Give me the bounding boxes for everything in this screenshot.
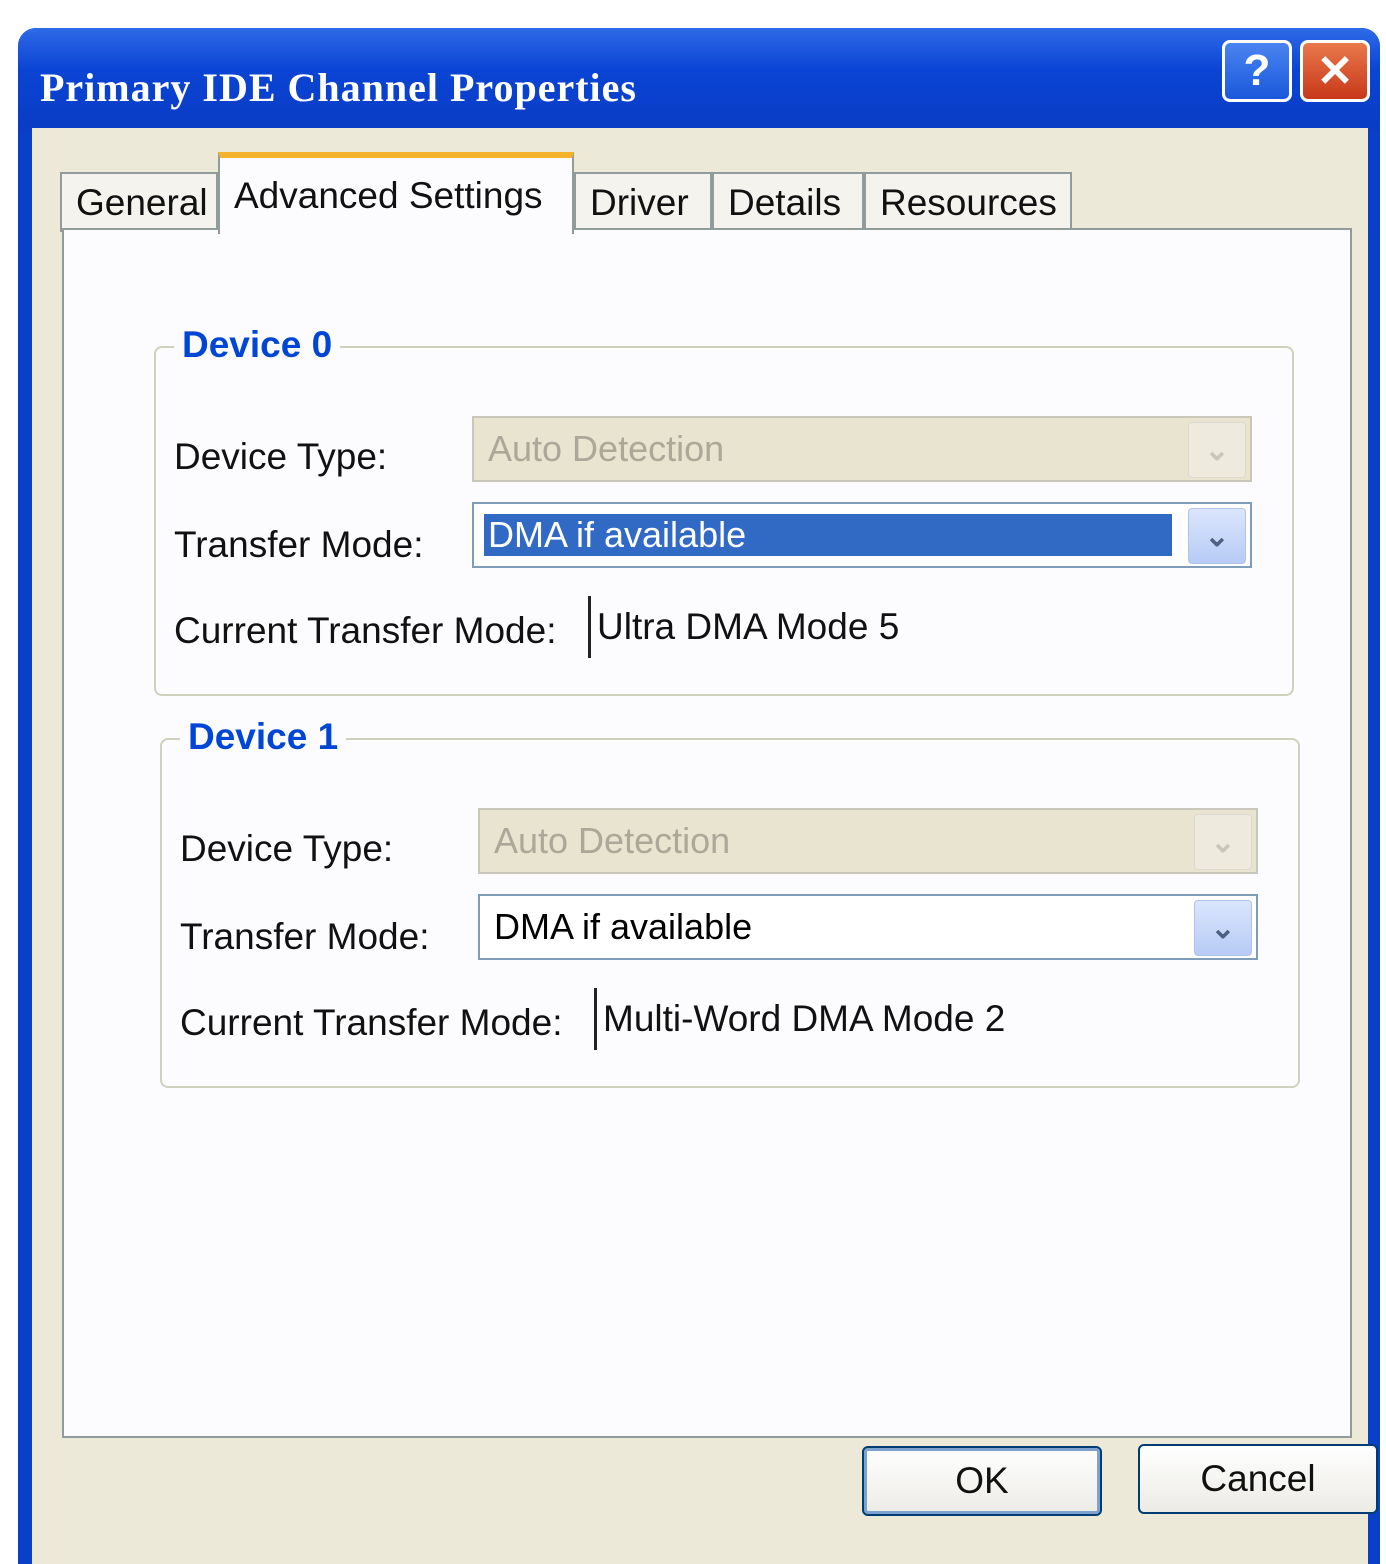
chevron-down-icon: ⌄	[1194, 814, 1252, 870]
device-0-legend: Device 0	[174, 324, 341, 366]
device-1-group: Device 1 Device Type: Auto Detection ⌄ T…	[160, 716, 1300, 1088]
device-1-transfer-value: DMA if available	[494, 906, 753, 947]
tab-driver[interactable]: Driver	[574, 172, 712, 232]
device-0-transfer-label: Transfer Mode:	[174, 524, 424, 565]
properties-window: Primary IDE Channel Properties ? ✕ Gener…	[18, 28, 1380, 1564]
device-1-transfer-label: Transfer Mode:	[180, 916, 430, 957]
device-1-current-value: Multi-Word DMA Mode 2	[594, 988, 1005, 1050]
device-1-legend: Device 1	[180, 716, 347, 758]
device-1-type-label: Device Type:	[180, 828, 394, 869]
tab-details[interactable]: Details	[712, 172, 864, 232]
close-button[interactable]: ✕	[1300, 40, 1370, 102]
device-0-transfer-value: DMA if available	[484, 514, 1172, 556]
chevron-down-icon[interactable]: ⌄	[1188, 508, 1246, 564]
device-0-type-value: Auto Detection	[488, 428, 725, 469]
device-1-transfer-select[interactable]: DMA if available ⌄	[478, 894, 1258, 960]
device-0-group: Device 0 Device Type: Auto Detection ⌄ T…	[154, 324, 1294, 696]
chevron-down-icon[interactable]: ⌄	[1194, 900, 1252, 956]
device-0-type-select: Auto Detection ⌄	[472, 416, 1252, 482]
tab-resources[interactable]: Resources	[864, 172, 1072, 232]
device-0-current-value: Ultra DMA Mode 5	[588, 596, 899, 658]
tab-panel: Device 0 Device Type: Auto Detection ⌄ T…	[62, 228, 1352, 1438]
help-button[interactable]: ?	[1222, 40, 1292, 102]
device-1-type-select: Auto Detection ⌄	[478, 808, 1258, 874]
device-1-type-value: Auto Detection	[494, 820, 731, 861]
device-1-current-label: Current Transfer Mode:	[180, 1002, 563, 1043]
window-title: Primary IDE Channel Properties	[40, 65, 637, 110]
tab-advanced-settings[interactable]: Advanced Settings	[218, 152, 574, 234]
tab-general[interactable]: General	[60, 172, 218, 232]
cancel-button[interactable]: Cancel	[1138, 1444, 1378, 1514]
ok-button[interactable]: OK	[862, 1446, 1102, 1516]
device-0-type-label: Device Type:	[174, 436, 388, 477]
chevron-down-icon: ⌄	[1188, 422, 1246, 478]
device-0-current-label: Current Transfer Mode:	[174, 610, 557, 651]
device-0-transfer-select[interactable]: DMA if available ⌄	[472, 502, 1252, 568]
dialog-client: General Advanced Settings Driver Details…	[32, 128, 1378, 1564]
title-bar[interactable]: Primary IDE Channel Properties ? ✕	[18, 28, 1380, 132]
